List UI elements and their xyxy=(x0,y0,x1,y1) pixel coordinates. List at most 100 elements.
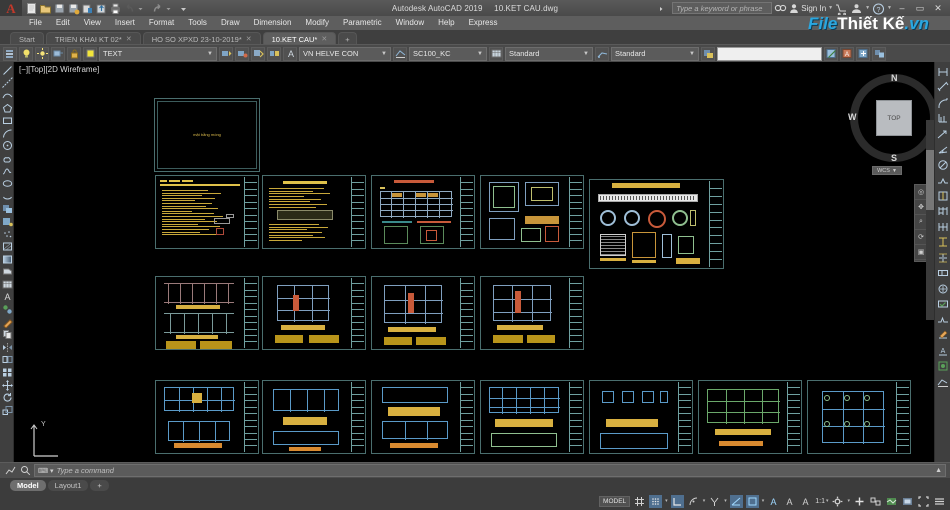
dim-text-edit-icon[interactable]: A xyxy=(936,343,950,359)
chevron-down-icon[interactable]: ▼ xyxy=(207,51,213,57)
sheet-frame-3[interactable] xyxy=(371,276,475,350)
lock-icon[interactable] xyxy=(67,46,81,61)
close-icon[interactable]: ✕ xyxy=(246,35,252,43)
ucs-selector[interactable]: WCS ▼ xyxy=(872,166,902,175)
dim-update-icon[interactable] xyxy=(936,359,950,375)
sheet-plan-7[interactable] xyxy=(807,380,911,454)
radius-dimension-icon[interactable] xyxy=(936,126,950,142)
sheet-cover[interactable]: mặt bằng móng xyxy=(154,98,260,172)
array-icon[interactable] xyxy=(1,366,13,379)
block-attribute-icon[interactable]: A xyxy=(840,46,854,61)
ucs-icon[interactable] xyxy=(745,494,759,508)
revcloud-icon[interactable] xyxy=(1,152,13,165)
diameter-dimension-icon[interactable] xyxy=(936,157,950,173)
grid-icon[interactable] xyxy=(633,495,646,508)
menu-window[interactable]: Window xyxy=(389,16,431,30)
center-mark-icon[interactable] xyxy=(936,281,950,297)
table-style-combo[interactable]: Standard ▼ xyxy=(505,46,593,61)
menu-edit[interactable]: Edit xyxy=(49,16,77,30)
prompt-icon[interactable]: ⌨ ▾ xyxy=(38,467,54,475)
rectangle-icon[interactable] xyxy=(1,114,13,127)
sheet-plan-1[interactable] xyxy=(155,380,259,454)
aligned-dimension-icon[interactable] xyxy=(936,80,950,96)
offset-icon[interactable] xyxy=(1,354,13,367)
menu-tools[interactable]: Tools xyxy=(181,16,214,30)
chevron-down-icon[interactable]: ▼ xyxy=(887,5,892,11)
autoscale-icon[interactable]: A xyxy=(783,495,796,508)
sheet-plan-6[interactable] xyxy=(698,380,802,454)
sheet-plan-4[interactable] xyxy=(480,380,584,454)
add-selected-icon[interactable] xyxy=(1,303,13,316)
jog-line-icon[interactable] xyxy=(936,312,950,328)
chevron-down-icon[interactable]: ▾ xyxy=(724,498,727,504)
new-icon[interactable] xyxy=(25,2,38,15)
table-style-icon[interactable] xyxy=(489,46,503,61)
viewcube-south-label[interactable]: S xyxy=(891,153,897,163)
viewcube[interactable]: TOP N S E W xyxy=(848,73,934,163)
ellipse-arc-icon[interactable] xyxy=(1,190,13,203)
arc-icon[interactable] xyxy=(1,127,13,140)
freeze-icon[interactable] xyxy=(51,46,65,61)
tolerance-icon[interactable] xyxy=(936,266,950,282)
polar-tracking-icon[interactable] xyxy=(687,495,700,508)
scrollbar-thumb[interactable] xyxy=(926,150,934,210)
jogged-dimension-icon[interactable] xyxy=(936,173,950,189)
workspace-icon[interactable] xyxy=(831,495,844,508)
snap-icon[interactable] xyxy=(649,494,663,508)
saveas-icon[interactable] xyxy=(67,2,80,15)
dim-style-combo[interactable]: SC100_KC ▼ xyxy=(409,46,487,61)
layer-properties-icon[interactable] xyxy=(3,46,17,61)
close-icon[interactable]: ✕ xyxy=(126,35,132,43)
viewcube-north-label[interactable]: N xyxy=(891,73,898,83)
dim-style-control-icon[interactable] xyxy=(936,374,950,390)
close-button[interactable]: ✕ xyxy=(930,1,946,15)
menu-view[interactable]: View xyxy=(77,16,108,30)
chevron-down-icon[interactable]: ▼ xyxy=(583,51,589,57)
block-editor-icon[interactable] xyxy=(824,46,838,61)
menu-format[interactable]: Format xyxy=(142,16,181,30)
layer-control-combo[interactable]: TEXT ▼ xyxy=(99,46,217,61)
move-icon[interactable] xyxy=(1,379,13,392)
angular-dimension-icon[interactable] xyxy=(936,142,950,158)
block-manage-icon[interactable] xyxy=(872,46,886,61)
menu-help[interactable]: Help xyxy=(431,16,461,30)
print-icon[interactable] xyxy=(109,2,122,15)
viewcube-west-label[interactable]: W xyxy=(848,112,857,122)
hatch-icon[interactable] xyxy=(1,240,13,253)
otrack-icon[interactable] xyxy=(729,494,743,508)
dim-space-icon[interactable] xyxy=(936,235,950,251)
sheet-frame-1[interactable] xyxy=(155,276,259,350)
chevron-down-icon[interactable]: ▼ xyxy=(828,5,833,11)
layer-previous-icon[interactable] xyxy=(219,46,233,61)
annotation-visibility-icon[interactable]: A xyxy=(767,495,780,508)
dim-style-icon[interactable] xyxy=(393,46,407,61)
ordinate-dimension-icon[interactable] xyxy=(936,111,950,127)
open-icon[interactable] xyxy=(39,2,52,15)
chevron-down-icon[interactable]: ▼ xyxy=(865,5,870,11)
chevron-down-icon[interactable]: ▾ xyxy=(762,498,765,504)
insert-block-icon[interactable] xyxy=(1,203,13,216)
search-cmd-icon[interactable] xyxy=(19,465,31,477)
infocenter-chevron-icon[interactable] xyxy=(657,2,670,15)
polygon-icon[interactable] xyxy=(1,102,13,115)
sheet-frame-2[interactable] xyxy=(262,276,366,350)
viewcube-top-face[interactable]: TOP xyxy=(876,100,912,136)
chevron-down-icon[interactable] xyxy=(165,2,178,15)
circle-icon[interactable] xyxy=(1,140,13,153)
space-toggle[interactable]: MODEL xyxy=(599,495,631,507)
copy-icon[interactable] xyxy=(1,328,13,341)
fullscreen-icon[interactable] xyxy=(917,495,930,508)
text-style-combo[interactable]: VN HELVE CON ▼ xyxy=(299,46,391,61)
chevron-down-icon[interactable] xyxy=(137,2,150,15)
block-define-icon[interactable] xyxy=(856,46,870,61)
menu-draw[interactable]: Draw xyxy=(214,16,247,30)
match-layer-icon[interactable] xyxy=(267,46,281,61)
arc-dimension-icon[interactable] xyxy=(936,95,950,111)
ellipse-icon[interactable] xyxy=(1,177,13,190)
expand-icon[interactable]: ▲ xyxy=(935,467,942,474)
continue-dimension-icon[interactable] xyxy=(936,219,950,235)
insert-block-icon[interactable] xyxy=(701,46,715,61)
maximize-button[interactable]: ▭ xyxy=(912,1,928,15)
chevron-down-icon[interactable]: ▾ xyxy=(847,498,850,504)
sheet-plan-3[interactable] xyxy=(371,380,475,454)
